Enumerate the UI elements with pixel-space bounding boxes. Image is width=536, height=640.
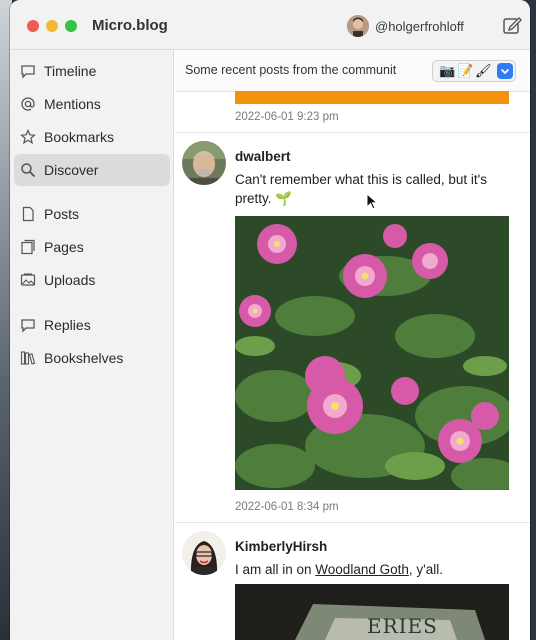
feed-description: Some recent posts from the communit xyxy=(185,63,397,77)
post-text-part: I am all in on xyxy=(235,562,316,577)
post-divider xyxy=(175,522,530,523)
search-icon xyxy=(21,163,36,178)
document-icon xyxy=(22,206,34,222)
user-avatar[interactable] xyxy=(347,15,369,37)
post-photo-flowers[interactable] xyxy=(235,216,509,490)
discover-feed[interactable]: Some recent posts from the communit 📷 📝 … xyxy=(175,50,530,640)
maximize-window-button[interactable] xyxy=(65,20,77,32)
sidebar-item-label: Pages xyxy=(44,239,84,255)
account-username[interactable]: @holgerfrohloff xyxy=(375,19,464,34)
camera-icon: 📷 xyxy=(439,63,456,78)
title-bar: Micro.blog @holgerfrohloff xyxy=(10,0,530,50)
post-timestamp[interactable]: 2022-06-01 8:34 pm xyxy=(235,501,339,513)
post-author[interactable]: KimberlyHirsh xyxy=(235,539,327,554)
books-icon xyxy=(20,351,36,365)
sidebar-item-posts[interactable]: Posts xyxy=(14,198,170,230)
sidebar-item-uploads[interactable]: Uploads xyxy=(14,264,170,296)
avatar[interactable] xyxy=(182,531,226,575)
post-divider xyxy=(175,132,530,133)
post-author[interactable]: dwalbert xyxy=(235,149,291,164)
sidebar-item-bookshelves[interactable]: Bookshelves xyxy=(14,342,170,374)
sidebar-item-label: Replies xyxy=(44,317,91,333)
chevron-down-icon[interactable] xyxy=(497,63,513,79)
emoji-topic-picker[interactable]: 📷 📝 🖌 xyxy=(432,60,516,82)
post-photo-book[interactable]: ERIES xyxy=(235,584,509,640)
sidebar-item-label: Timeline xyxy=(44,63,97,79)
sidebar-item-label: Mentions xyxy=(44,96,101,112)
pages-icon xyxy=(21,239,35,255)
post-text-part: , y'all. xyxy=(408,562,443,577)
avatar[interactable] xyxy=(182,141,226,185)
speech-bubble-icon xyxy=(21,319,35,333)
mouse-cursor-icon xyxy=(366,192,379,216)
sidebar-item-replies[interactable]: Replies xyxy=(14,309,170,341)
post-image-partial[interactable] xyxy=(235,91,509,104)
at-icon xyxy=(21,97,35,111)
sidebar-item-label: Uploads xyxy=(44,272,96,288)
feed-toolbar: Some recent posts from the communit 📷 📝 … xyxy=(175,50,530,92)
post-timestamp[interactable]: 2022-06-01 9:23 pm xyxy=(235,111,339,123)
close-window-button[interactable] xyxy=(27,20,39,32)
sidebar-item-label: Discover xyxy=(44,162,99,178)
notepad-icon: 📝 xyxy=(457,63,474,78)
sidebar: Timeline Mentions Bookmarks Discover Pos… xyxy=(10,50,174,640)
star-icon xyxy=(20,129,36,145)
app-title: Micro.blog xyxy=(92,17,168,34)
app-window: Micro.blog @holgerfrohloff Timeline Ment… xyxy=(10,0,530,640)
photo-icon xyxy=(20,273,36,286)
compose-icon[interactable] xyxy=(502,15,522,35)
sidebar-item-bookmarks[interactable]: Bookmarks xyxy=(14,121,170,153)
sidebar-item-label: Posts xyxy=(44,206,80,222)
sidebar-item-timeline[interactable]: Timeline xyxy=(14,55,170,87)
sidebar-item-mentions[interactable]: Mentions xyxy=(14,88,170,120)
sidebar-item-discover[interactable]: Discover xyxy=(14,154,170,186)
book-cover-text: ERIES xyxy=(367,614,438,638)
minimize-window-button[interactable] xyxy=(46,20,58,32)
paintbrush-icon: 🖌 xyxy=(475,63,492,78)
sidebar-item-label: Bookshelves xyxy=(44,350,124,366)
sidebar-item-pages[interactable]: Pages xyxy=(14,231,170,263)
timeline-icon xyxy=(21,65,35,79)
sidebar-item-label: Bookmarks xyxy=(44,129,115,145)
post-text: I am all in on Woodland Goth, y'all. xyxy=(235,560,515,579)
post-link[interactable]: Woodland Goth xyxy=(315,562,409,577)
